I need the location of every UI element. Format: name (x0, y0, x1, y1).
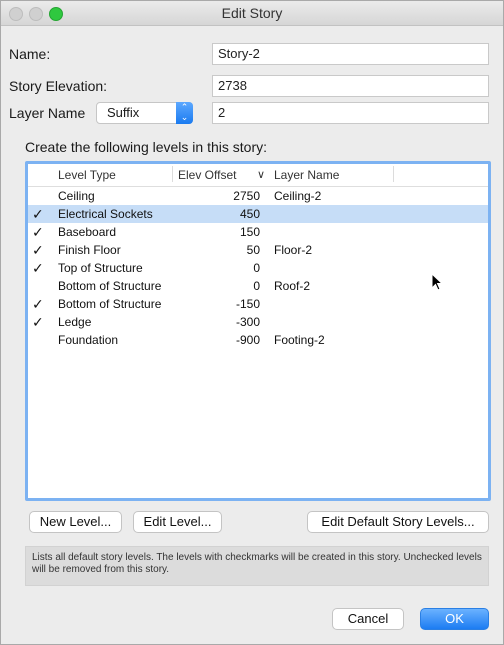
ok-button[interactable]: OK (420, 608, 489, 630)
new-level-button[interactable]: New Level... (29, 511, 122, 533)
level-type-cell: Top of Structure (58, 261, 143, 275)
layer-name-cell: Floor-2 (274, 243, 313, 257)
layer-name-mode-popup[interactable]: Suffix ⌃ ⌄ (96, 102, 193, 124)
level-row[interactable]: ✓ Bottom of Structure -150 (28, 295, 488, 313)
column-divider (172, 166, 173, 182)
level-type-cell: Electrical Sockets (58, 207, 153, 221)
level-row[interactable]: Bottom of Structure 0 Roof-2 (28, 277, 488, 295)
levels-caption: Create the following levels in this stor… (25, 139, 267, 155)
arrow-cursor-icon (431, 273, 444, 291)
elev-offset-cell: 0 (253, 279, 260, 293)
level-row[interactable]: Ceiling 2750 Ceiling-2 (28, 187, 488, 205)
level-type-cell: Finish Floor (58, 243, 121, 257)
level-row[interactable]: ✓ Ledge -300 (28, 313, 488, 331)
edit-story-dialog: Edit Story Name: Story-2 Story Elevation… (0, 0, 504, 645)
name-field[interactable]: Story-2 (212, 43, 489, 65)
window-title: Edit Story (221, 5, 283, 21)
layer-name-cell: Footing-2 (274, 333, 325, 347)
col-elev-offset[interactable]: Elev Offset (178, 168, 236, 182)
level-type-cell: Baseboard (58, 225, 117, 239)
col-level-type[interactable]: Level Type (58, 168, 116, 182)
elev-offset-cell: 0 (253, 261, 260, 275)
checkmark-icon[interactable]: ✓ (32, 296, 44, 312)
layer-name-cell: Ceiling-2 (274, 189, 322, 203)
layer-name-field[interactable]: 2 (212, 102, 489, 124)
level-row[interactable]: ✓ Top of Structure 0 (28, 259, 488, 277)
edit-level-button[interactable]: Edit Level... (133, 511, 222, 533)
column-divider (393, 166, 394, 182)
col-layer-name[interactable]: Layer Name (274, 168, 339, 182)
elev-offset-cell: 450 (239, 207, 260, 221)
level-type-cell: Bottom of Structure (58, 297, 162, 311)
updown-chevron-icon: ⌃ ⌄ (176, 102, 193, 124)
elev-offset-cell: -900 (235, 333, 260, 347)
level-row[interactable]: ✓ Finish Floor 50 Floor-2 (28, 241, 488, 259)
elev-offset-cell: -150 (235, 297, 260, 311)
story-elevation-label: Story Elevation: (9, 78, 108, 94)
name-label: Name: (9, 46, 51, 62)
level-type-cell: Ceiling (58, 189, 95, 203)
levels-table[interactable]: Level Type Elev Offset ∨ Layer Name Ceil… (25, 161, 491, 501)
elev-offset-cell: 150 (239, 225, 260, 239)
level-row[interactable]: Foundation -900 Footing-2 (28, 331, 488, 349)
levels-table-header: Level Type Elev Offset ∨ Layer Name (28, 164, 488, 187)
elev-offset-cell: 2750 (233, 189, 260, 203)
checkmark-icon[interactable]: ✓ (32, 242, 44, 258)
checkmark-icon[interactable]: ✓ (32, 206, 44, 222)
checkmark-icon[interactable]: ✓ (32, 260, 44, 276)
help-text: Lists all default story levels. The leve… (25, 546, 489, 586)
checkmark-icon[interactable]: ✓ (32, 314, 44, 330)
layer-name-cell: Roof-2 (274, 279, 311, 293)
checkmark-icon[interactable]: ✓ (32, 224, 44, 240)
elev-offset-cell: 50 (246, 243, 260, 257)
title-bar: Edit Story (1, 1, 503, 26)
level-type-cell: Ledge (58, 315, 92, 329)
layer-name-mode-value: Suffix (107, 105, 140, 120)
sort-descending-icon: ∨ (257, 169, 266, 181)
level-row[interactable]: ✓ Baseboard 150 (28, 223, 488, 241)
level-type-cell: Foundation (58, 333, 119, 347)
story-elevation-field[interactable]: 2738 (212, 75, 489, 97)
level-row[interactable]: ✓ Electrical Sockets 450 (28, 205, 488, 223)
edit-default-story-levels-button[interactable]: Edit Default Story Levels... (307, 511, 489, 533)
elev-offset-cell: -300 (235, 315, 260, 329)
cancel-button[interactable]: Cancel (332, 608, 404, 630)
layer-name-label: Layer Name (9, 105, 86, 121)
level-type-cell: Bottom of Structure (58, 279, 162, 293)
